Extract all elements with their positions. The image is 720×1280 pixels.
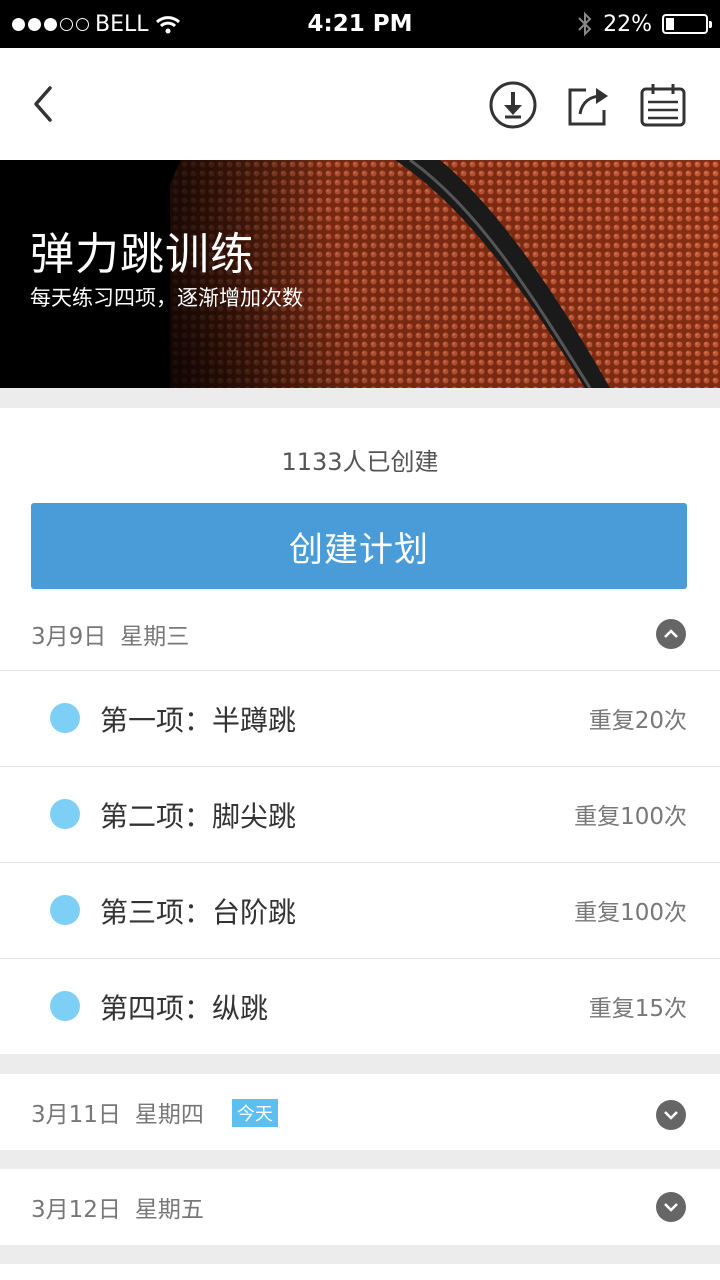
day-weekday: 星期四: [134, 1102, 204, 1128]
expand-toggle[interactable]: [656, 1192, 686, 1222]
day-date: 3月9日: [31, 624, 107, 650]
exercise-reps: 重复100次: [574, 804, 687, 830]
exercise-name: 第三项：台阶跳: [100, 896, 297, 929]
chevron-up-icon: [664, 629, 678, 638]
chevron-down-icon: [664, 1111, 678, 1120]
nav-bar: [0, 48, 720, 160]
day-date: 3月12日: [31, 1197, 121, 1223]
exercise-name: 第二项：脚尖跳: [100, 800, 297, 833]
status-bar: BELL 4:21 PM 22%: [0, 0, 720, 48]
day-label: 3月11日 星期四 今天: [31, 1095, 278, 1129]
create-plan-button[interactable]: 创建计划: [31, 503, 687, 589]
exercise-name: 第一项：半蹲跳: [100, 704, 297, 737]
bluetooth-icon: [578, 11, 592, 37]
exercise-reps: 重复20次: [588, 708, 687, 734]
hero-title: 弹力跳训练: [30, 229, 255, 280]
exercise-reps: 重复15次: [588, 996, 687, 1022]
day-date: 3月11日: [31, 1102, 121, 1128]
plan-card: 1133人已创建 创建计划 3月9日 星期三 第一项：半蹲跳 重复20次 第二项：…: [0, 408, 720, 1054]
calendar-icon[interactable]: [638, 80, 688, 130]
hero-banner: 弹力跳训练 每天练习四项，逐渐增加次数: [0, 160, 720, 388]
day-header-mar11[interactable]: 3月11日 星期四 今天: [0, 1074, 720, 1150]
bullet-icon: [50, 895, 80, 925]
download-icon[interactable]: [488, 80, 538, 130]
battery-icon: [662, 14, 712, 34]
day-weekday: 星期三: [120, 624, 190, 650]
hero-subtitle: 每天练习四项，逐渐增加次数: [30, 286, 303, 310]
back-icon[interactable]: [26, 80, 66, 128]
created-count: 1133人已创建: [281, 448, 439, 476]
bullet-icon: [50, 991, 80, 1021]
day-label: 3月12日 星期五: [31, 1190, 204, 1224]
day-header-mar9[interactable]: 3月9日 星期三: [0, 596, 720, 672]
next-section-peek: [0, 1264, 720, 1280]
day-weekday: 星期五: [134, 1197, 204, 1223]
battery-percent: 22%: [603, 11, 652, 37]
exercise-item[interactable]: 第三项：台阶跳 重复100次: [0, 862, 720, 959]
chevron-down-icon: [664, 1203, 678, 1212]
exercise-reps: 重复100次: [574, 900, 687, 926]
expand-toggle[interactable]: [656, 1100, 686, 1130]
status-right: 22%: [577, 11, 712, 37]
share-icon[interactable]: [564, 80, 614, 130]
bullet-icon: [50, 799, 80, 829]
exercise-name: 第四项：纵跳: [100, 992, 269, 1025]
bullet-icon: [50, 703, 80, 733]
exercise-item[interactable]: 第四项：纵跳 重复15次: [0, 958, 720, 1055]
exercise-item[interactable]: 第二项：脚尖跳 重复100次: [0, 766, 720, 863]
today-badge: 今天: [231, 1099, 278, 1127]
day-header-mar12[interactable]: 3月12日 星期五: [0, 1169, 720, 1245]
collapse-toggle[interactable]: [656, 619, 686, 649]
day-label: 3月9日 星期三: [31, 617, 189, 651]
exercise-item[interactable]: 第一项：半蹲跳 重复20次: [0, 670, 720, 767]
